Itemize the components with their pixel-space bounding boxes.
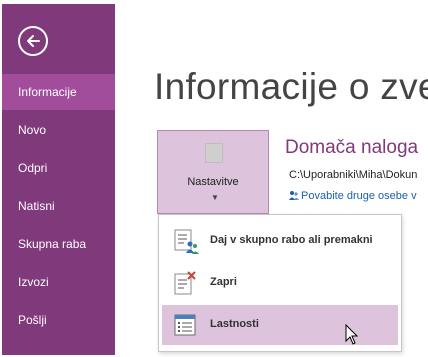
backstage-view: Informacije Novo Odpri Natisni Skupna ra… <box>0 0 428 357</box>
sidebar-item-skupna-raba[interactable]: Skupna raba <box>2 226 115 262</box>
sidebar-item-informacije[interactable]: Informacije <box>2 74 115 110</box>
backstage-sidebar: Informacije Novo Odpri Natisni Skupna ra… <box>2 4 115 355</box>
invite-people-label: Povabite druge osebe v <box>301 190 417 202</box>
close-notebook-icon <box>174 271 196 295</box>
sidebar-item-poslji[interactable]: Pošlji <box>2 302 115 338</box>
settings-button[interactable]: Nastavitve ▼ <box>157 130 269 214</box>
chevron-down-icon: ▼ <box>211 193 219 202</box>
sidebar-item-odpri[interactable]: Odpri <box>2 150 115 186</box>
back-button[interactable] <box>18 26 48 56</box>
menu-item-properties[interactable]: Lastnosti <box>162 305 398 345</box>
sidebar-item-novo[interactable]: Novo <box>2 112 115 148</box>
notebook-path: C:\Uporabniki\Miha\Dokun <box>289 169 418 181</box>
share-move-icon <box>174 229 199 254</box>
invite-people-link[interactable]: Povabite druge osebe v <box>289 190 417 202</box>
menu-item-share-move[interactable]: Daj v skupno rabo ali premakni <box>162 221 398 261</box>
properties-icon <box>174 314 196 336</box>
page-title: Informacije o zve <box>154 66 428 107</box>
settings-button-label: Nastavitve <box>187 176 239 188</box>
notebook-title: Domača naloga <box>285 137 419 158</box>
menu-item-close[interactable]: Zapri <box>162 263 398 303</box>
back-arrow-icon <box>27 35 40 47</box>
settings-dropdown-menu: Daj v skupno rabo ali premakni Zapri Las… <box>158 214 402 352</box>
menu-item-properties-label: Lastnosti <box>210 318 259 330</box>
menu-item-share-move-label: Daj v skupno rabo ali premakni <box>210 234 373 246</box>
sidebar-item-natisni[interactable]: Natisni <box>2 188 115 224</box>
people-icon <box>289 191 299 200</box>
mouse-pointer-icon <box>345 324 359 345</box>
sidebar-item-izvozi[interactable]: Izvozi <box>2 264 115 300</box>
notebook-icon <box>205 143 223 163</box>
menu-item-close-label: Zapri <box>210 276 237 288</box>
